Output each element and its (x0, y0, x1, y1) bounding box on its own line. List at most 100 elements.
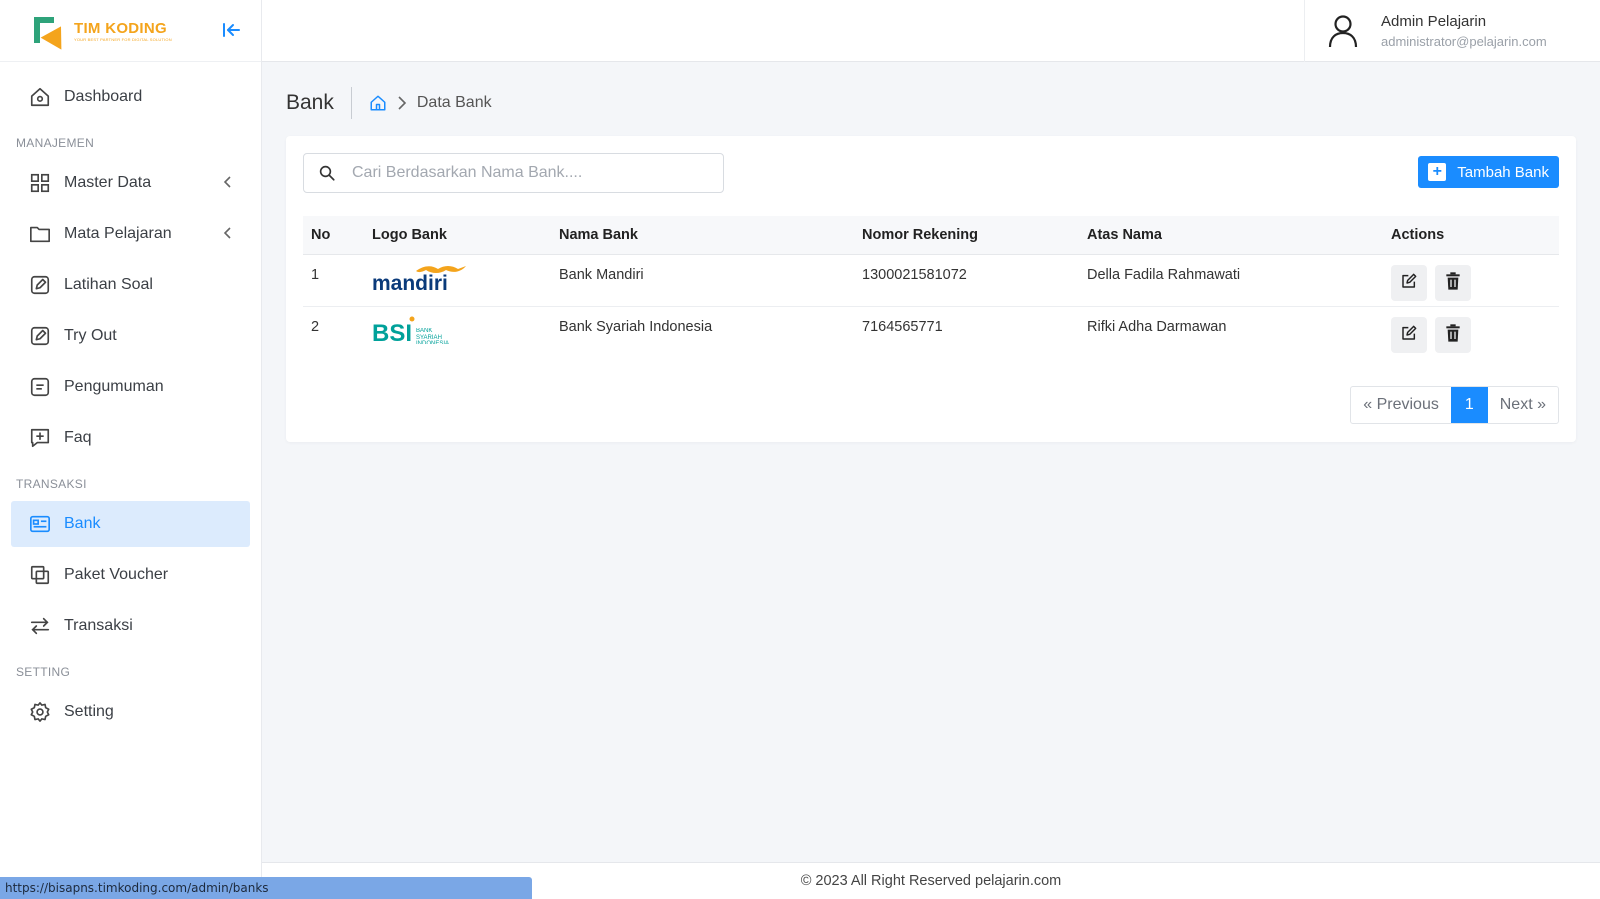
cell-no: 2 (311, 318, 320, 335)
search-icon (318, 164, 336, 182)
sidebar-item-label: Setting (64, 703, 114, 720)
sidebar-item-transaksi[interactable]: Transaksi (11, 603, 250, 649)
bank-table: No Logo Bank Nama Bank Nomor Rekening At… (303, 216, 1559, 358)
home-icon (29, 86, 51, 108)
cell-logo: mandiri (364, 254, 551, 307)
user-email: administrator@pelajarin.com (1381, 34, 1547, 49)
copy-icon (29, 564, 51, 586)
column-header-atas-nama: Atas Nama (1079, 216, 1383, 255)
chevron-left-icon (222, 226, 232, 245)
edit-icon (29, 325, 51, 347)
sidebar-nav: Dashboard MANAJEMEN Master Data Mata Pel… (0, 62, 261, 735)
swap-icon (29, 615, 51, 637)
cell-nama-bank: Bank Mandiri (551, 254, 854, 307)
brand: TIM KODING YOUR BEST PARTNER FOR DIGITAL… (0, 0, 261, 62)
sidebar-section-setting: SETTING (16, 665, 71, 679)
collapse-sidebar-icon[interactable] (221, 20, 241, 40)
edit-button[interactable] (1391, 264, 1427, 301)
breadcrumb-home-icon[interactable] (369, 94, 387, 112)
sidebar-item-setting[interactable]: Setting (11, 689, 250, 735)
sidebar-item-bank[interactable]: Bank (11, 501, 250, 547)
grid-icon (29, 172, 51, 194)
sidebar-item-paket-voucher[interactable]: Paket Voucher (11, 552, 250, 598)
column-header-no: No (303, 216, 364, 255)
sidebar-item-dashboard[interactable]: Dashboard (11, 74, 250, 120)
brand-tagline: YOUR BEST PARTNER FOR DIGITAL SOLUTION (74, 36, 172, 42)
column-header-actions: Actions (1383, 216, 1559, 255)
sidebar-item-latihan-soal[interactable]: Latihan Soal (11, 262, 250, 308)
breadcrumb: Bank Data Bank (286, 86, 492, 120)
trash-icon (1445, 323, 1461, 346)
sidebar-item-label: Bank (64, 515, 101, 532)
folder-icon (29, 223, 51, 245)
sidebar-item-try-out[interactable]: Try Out (11, 313, 250, 359)
edit-icon (29, 274, 51, 296)
bsi-logo: BSI BANK SYARIAH INDONESIA (372, 316, 450, 347)
chat-plus-icon (29, 427, 51, 449)
edit-button[interactable] (1391, 316, 1427, 353)
cell-atas-nama: Della Fadila Rahmawati (1079, 254, 1383, 307)
pagination-next[interactable]: Next » (1488, 387, 1558, 423)
delete-button[interactable] (1435, 264, 1471, 301)
table-row: 2 BSI BANK SYARIAH INDONESIA Bank Syaria… (303, 306, 1559, 358)
bsi-logo-subtext: BANK SYARIAH INDONESIA (416, 327, 450, 344)
user-menu[interactable]: Admin Pelajarin administrator@pelajarin.… (1304, 0, 1600, 62)
user-name: Admin Pelajarin (1381, 13, 1487, 30)
brand-logo-icon (32, 15, 72, 50)
brand-logo[interactable]: TIM KODING YOUR BEST PARTNER FOR DIGITAL… (32, 15, 172, 50)
sidebar-item-master-data[interactable]: Master Data (11, 160, 250, 206)
sidebar-item-pengumuman[interactable]: Pengumuman (11, 364, 250, 410)
sidebar-item-label: Dashboard (64, 88, 143, 105)
table-row: 1 mandiri Bank Mandiri 1300021581072 Del… (303, 254, 1559, 307)
search-input[interactable] (352, 164, 692, 182)
card-icon (29, 513, 51, 535)
cell-nomor-rekening: 7164565771 (862, 318, 943, 335)
sidebar-item-label: Try Out (64, 327, 117, 344)
cell-no: 1 (303, 254, 364, 307)
user-icon (1327, 14, 1359, 48)
cell-actions (1383, 306, 1559, 358)
search-box (303, 153, 724, 193)
cell-actions (1383, 254, 1559, 307)
cell-atas-nama: Rifki Adha Darmawan (1087, 318, 1227, 335)
sidebar-item-label: Master Data (64, 174, 152, 191)
sidebar-section-manajemen: MANAJEMEN (16, 136, 95, 150)
column-header-logo: Logo Bank (364, 216, 551, 255)
bank-card: + Tambah Bank No Logo Bank Nama Bank Nom… (286, 136, 1576, 442)
pagination-previous[interactable]: « Previous (1351, 387, 1451, 423)
sidebar-item-label: Paket Voucher (64, 566, 169, 583)
page-title: Bank (286, 87, 352, 119)
sidebar-item-label: Faq (64, 429, 92, 446)
bsi-logo-text: BSI (372, 320, 412, 345)
sidebar-section-transaksi: TRANSAKSI (16, 477, 87, 491)
cell-nama-bank: Bank Syariah Indonesia (559, 318, 713, 335)
gear-icon (29, 701, 51, 723)
add-bank-button[interactable]: + Tambah Bank (1418, 156, 1559, 188)
sidebar-item-mata-pelajaran[interactable]: Mata Pelajaran (11, 211, 250, 257)
mandiri-logo-text: mandiri (372, 272, 448, 293)
pagination: « Previous 1 Next » (1350, 386, 1559, 424)
cell-logo: BSI BANK SYARIAH INDONESIA (364, 306, 551, 358)
column-header-nama-bank: Nama Bank (551, 216, 854, 255)
cell-nomor-rekening: 1300021581072 (854, 254, 1079, 307)
sidebar-item-label: Pengumuman (64, 378, 164, 395)
add-bank-label: Tambah Bank (1457, 163, 1549, 181)
delete-button[interactable] (1435, 316, 1471, 353)
sidebar-item-label: Transaksi (64, 617, 133, 634)
sidebar-item-faq[interactable]: Faq (11, 415, 250, 461)
edit-icon (1401, 325, 1417, 345)
note-icon (29, 376, 51, 398)
trash-icon (1445, 271, 1461, 294)
mandiri-logo: mandiri (372, 265, 466, 295)
column-header-nomor-rekening: Nomor Rekening (854, 216, 1079, 255)
footer-copyright: © 2023 All Right Reserved pelajarin.com (800, 873, 1062, 889)
status-bar-url: https://bisapns.timkoding.com/admin/bank… (0, 877, 532, 899)
brand-name: TIM KODING (74, 19, 167, 37)
edit-icon (1401, 273, 1417, 293)
plus-icon: + (1428, 163, 1447, 181)
breadcrumb-current: Data Bank (416, 94, 492, 111)
chevron-right-icon (397, 95, 407, 111)
topbar: Admin Pelajarin administrator@pelajarin.… (262, 0, 1600, 62)
pagination-page-1[interactable]: 1 (1450, 387, 1488, 423)
sidebar-item-label: Latihan Soal (64, 276, 153, 293)
